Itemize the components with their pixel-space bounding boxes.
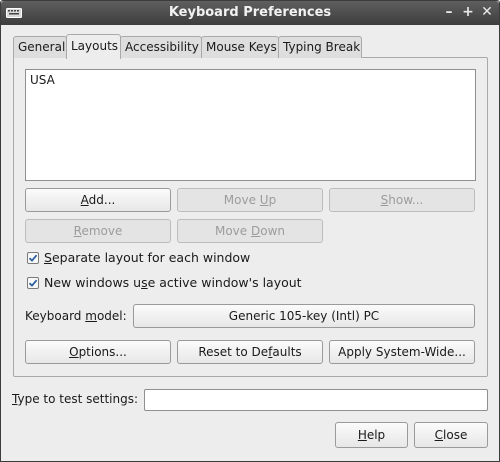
keyboard-model-label: Keyboard model:: [25, 309, 127, 323]
move-up-button[interactable]: Move Up: [177, 188, 323, 212]
maximize-button[interactable]: +: [460, 4, 476, 20]
checkmark-icon: [28, 254, 38, 262]
checkmark-icon: [28, 279, 38, 287]
test-settings-label: Type to test settings:: [12, 392, 139, 406]
window-title: Keyboard Preferences: [168, 5, 332, 20]
apply-system-wide-button[interactable]: Apply System-Wide...: [329, 340, 475, 364]
tab-typing-break[interactable]: Typing Break: [278, 36, 362, 58]
remove-button[interactable]: Remove: [25, 219, 171, 243]
help-button[interactable]: Help: [335, 422, 408, 448]
list-item[interactable]: USA: [30, 73, 55, 87]
keyboard-preferences-window: Keyboard Preferences – + ✕ General Layou…: [0, 0, 500, 462]
tab-general[interactable]: General: [13, 36, 67, 58]
reset-to-defaults-button[interactable]: Reset to Defaults: [177, 340, 323, 364]
move-down-button[interactable]: Move Down: [177, 219, 323, 243]
new-windows-active-layout-label[interactable]: New windows use active window's layout: [44, 275, 302, 290]
close-button[interactable]: Close: [414, 422, 488, 448]
separate-layout-checkbox[interactable]: [27, 252, 39, 264]
keyboard-model-button[interactable]: Generic 105-key (Intl) PC: [133, 304, 475, 328]
add-button[interactable]: Add...: [25, 188, 171, 212]
close-window-button[interactable]: ✕: [479, 4, 495, 20]
test-settings-input[interactable]: [144, 389, 488, 411]
tab-mouse-keys[interactable]: Mouse Keys: [201, 36, 279, 58]
separate-layout-label[interactable]: Separate layout for each window: [44, 250, 250, 265]
show-button[interactable]: Show...: [329, 188, 475, 212]
tab-accessibility[interactable]: Accessibility: [120, 36, 202, 58]
minimize-button[interactable]: –: [441, 4, 457, 20]
options-button[interactable]: Options...: [25, 340, 171, 364]
title-bar[interactable]: Keyboard Preferences – + ✕: [1, 1, 499, 25]
layout-list[interactable]: USA: [25, 69, 476, 181]
tab-layouts[interactable]: Layouts: [66, 34, 121, 59]
new-windows-active-layout-checkbox[interactable]: [27, 277, 39, 289]
